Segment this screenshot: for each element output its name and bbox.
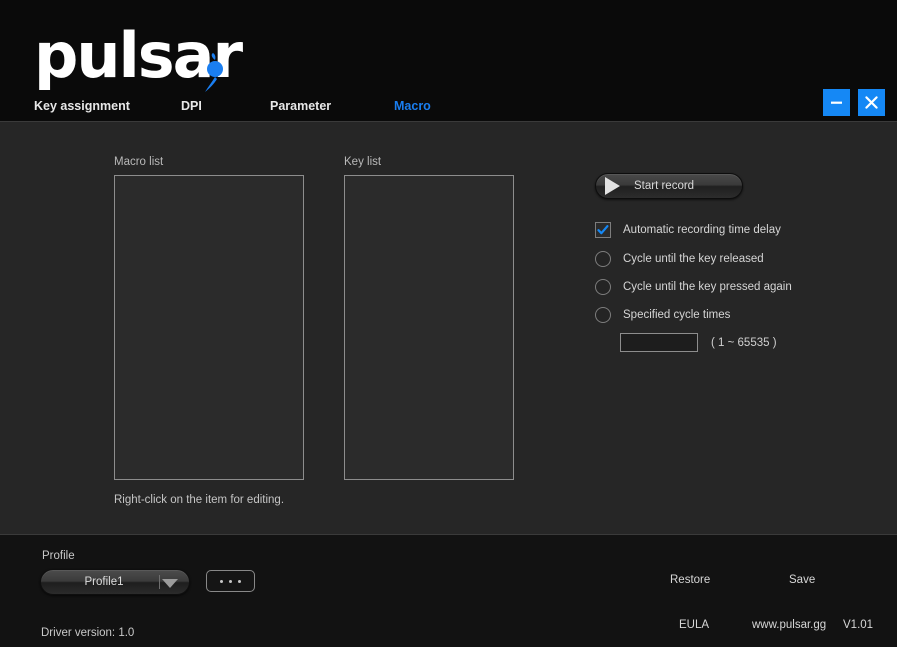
pulsar-driver-window: pulsar Key assignment DPI Parameter Macr… [0, 0, 897, 647]
option-automatic-recording-time-delay[interactable]: Automatic recording time delay [595, 222, 781, 238]
tab-macro[interactable]: Macro [394, 99, 431, 113]
pulsar-comet-icon [202, 53, 230, 93]
key-list-label: Key list [344, 156, 381, 168]
tab-key-assignment[interactable]: Key assignment [34, 99, 130, 113]
profile-selected-value: Profile1 [85, 576, 124, 588]
cycle-times-input[interactable] [620, 333, 698, 352]
option-label: Specified cycle times [623, 309, 730, 321]
profile-more-button[interactable] [206, 570, 255, 592]
start-record-label: Start record [634, 180, 694, 192]
driver-version-text: Driver version: 1.0 [41, 627, 134, 639]
cycle-key-released-radio[interactable] [595, 251, 611, 267]
automatic-delay-checkbox[interactable] [595, 222, 611, 238]
edit-hint-text: Right-click on the item for editing. [114, 494, 284, 506]
option-cycle-until-key-pressed-again[interactable]: Cycle until the key pressed again [595, 279, 792, 295]
cycle-key-pressed-again-radio[interactable] [595, 279, 611, 295]
option-label: Automatic recording time delay [623, 224, 781, 236]
save-button[interactable]: Save [789, 574, 815, 586]
cycle-times-range-hint: ( 1 ~ 65535 ) [711, 337, 777, 349]
window-controls [823, 89, 885, 116]
close-icon [864, 95, 879, 110]
profile-label: Profile [42, 550, 75, 562]
minimize-button[interactable] [823, 89, 850, 116]
chevron-down-icon [162, 579, 178, 588]
restore-button[interactable]: Restore [670, 574, 710, 586]
start-record-button[interactable]: Start record [595, 173, 743, 199]
macro-list-label: Macro list [114, 156, 163, 168]
macro-list-box[interactable] [114, 175, 304, 480]
option-specified-cycle-times[interactable]: Specified cycle times [595, 307, 730, 323]
app-footer: Profile Profile1 Driver version: 1.0 Res… [0, 534, 897, 647]
tab-parameter[interactable]: Parameter [270, 99, 331, 113]
dot-icon [229, 580, 232, 583]
dot-icon [220, 580, 223, 583]
main-content: Macro list Key list Right-click on the i… [0, 123, 897, 533]
close-button[interactable] [858, 89, 885, 116]
profile-dropdown[interactable]: Profile1 [40, 569, 190, 595]
key-list-box[interactable] [344, 175, 514, 480]
specified-cycle-times-radio[interactable] [595, 307, 611, 323]
website-link[interactable]: www.pulsar.gg [752, 619, 826, 631]
app-header: pulsar Key assignment DPI Parameter Macr… [0, 0, 897, 122]
app-version-text: V1.01 [843, 619, 873, 631]
dot-icon [238, 580, 241, 583]
profile-caret-separator [159, 575, 160, 589]
eula-link[interactable]: EULA [679, 619, 709, 631]
tab-dpi[interactable]: DPI [181, 99, 202, 113]
check-icon [597, 224, 609, 236]
option-label: Cycle until the key released [623, 253, 764, 265]
option-cycle-until-key-released[interactable]: Cycle until the key released [595, 251, 764, 267]
play-icon [605, 177, 620, 195]
minimize-icon [829, 95, 844, 110]
cycle-times-row: ( 1 ~ 65535 ) [620, 333, 777, 352]
option-label: Cycle until the key pressed again [623, 281, 792, 293]
brand-logo: pulsar [34, 22, 264, 90]
